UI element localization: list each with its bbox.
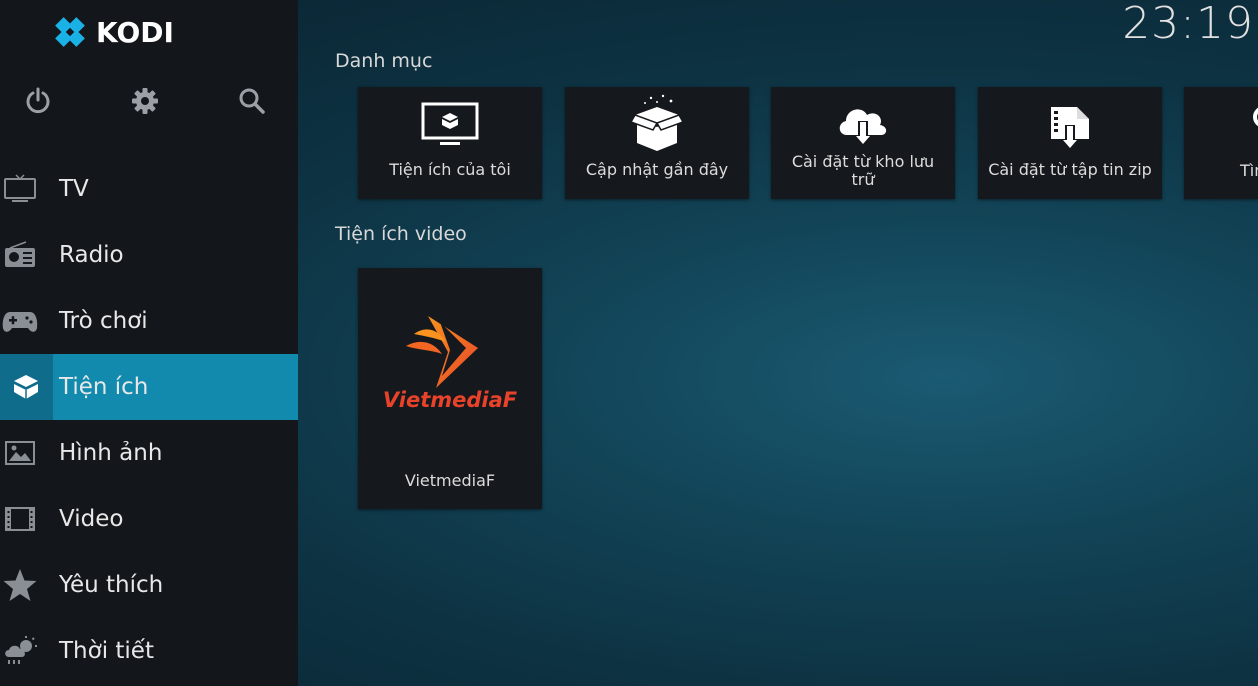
radio-icon [0,235,40,275]
tile-label: VietmediaF [404,471,496,490]
clock: 23:19 [1122,0,1254,49]
sidebar-item-label: Radio [59,242,124,268]
sidebar-item-label: Video [59,506,124,532]
gamepad-icon [0,301,40,341]
vietmediaf-logo-text: VietmediaF [382,388,518,412]
sidebar-item-weather[interactable]: Thời tiết [0,618,298,684]
sidebar-item-pictures[interactable]: Hình ảnh [0,420,298,486]
cloud-download-icon [771,99,955,151]
search-icon[interactable] [235,84,269,118]
tv-icon [0,169,40,209]
tile-label: Cập nhật gần đây [585,160,729,179]
sidebar-item-label: Yêu thích [59,572,164,598]
section-title-video-addons: Tiện ích video [335,223,467,245]
gear-icon[interactable] [128,84,162,118]
tile-my-addons[interactable]: Tiện ích của tôi [358,87,542,199]
sidebar-item-addons[interactable]: Tiện ích [0,354,298,420]
open-box-icon [565,93,749,153]
kodi-logo[interactable]: KODI [52,14,174,50]
vietmediaf-logo [358,312,542,392]
sidebar: KODI TV Radio Trò chơi Tiện ích Hình ảnh… [0,0,298,686]
search-icon [1252,105,1258,139]
picture-icon [0,433,40,473]
monitor-box-icon [358,101,542,147]
logo-text: KODI [96,15,174,49]
sidebar-item-label: Thời tiết [59,638,154,664]
kodi-logo-icon [55,17,85,47]
weather-icon [0,631,40,671]
tile-label: Cài đặt từ tập tin zip [988,160,1152,179]
main-menu: TV Radio Trò chơi Tiện ích Hình ảnh Vide… [0,156,298,684]
tile-install-from-zip[interactable]: Cài đặt từ tập tin zip [978,87,1162,199]
star-icon [0,565,40,605]
sidebar-item-radio[interactable]: Radio [0,222,298,288]
tile-label: Tìm [1240,161,1258,180]
tile-label: Cài đặt từ kho lưu trữ [791,152,935,189]
sidebar-item-label: Trò chơi [59,308,148,334]
tile-label: Tiện ích của tôi [389,160,511,179]
tile-recently-updated[interactable]: Cập nhật gần đây [565,87,749,199]
section-title-categories: Danh mục [335,50,433,72]
addons-box-icon [6,367,46,407]
top-icon-bar [0,84,298,118]
tile-vietmediaf[interactable]: VietmediaF VietmediaF [358,268,542,509]
sidebar-item-label: Tiện ích [59,374,149,400]
zip-download-icon [978,105,1162,155]
tile-install-from-repo[interactable]: Cài đặt từ kho lưu trữ [771,87,955,199]
sidebar-item-games[interactable]: Trò chơi [0,288,298,354]
sidebar-item-label: TV [59,176,89,202]
tile-search[interactable]: Tìm [1184,87,1258,199]
sidebar-item-video[interactable]: Video [0,486,298,552]
sidebar-item-tv[interactable]: TV [0,156,298,222]
sidebar-item-label: Hình ảnh [59,440,163,466]
sidebar-item-favourites[interactable]: Yêu thích [0,552,298,618]
film-icon [0,499,40,539]
power-icon[interactable] [21,84,55,118]
